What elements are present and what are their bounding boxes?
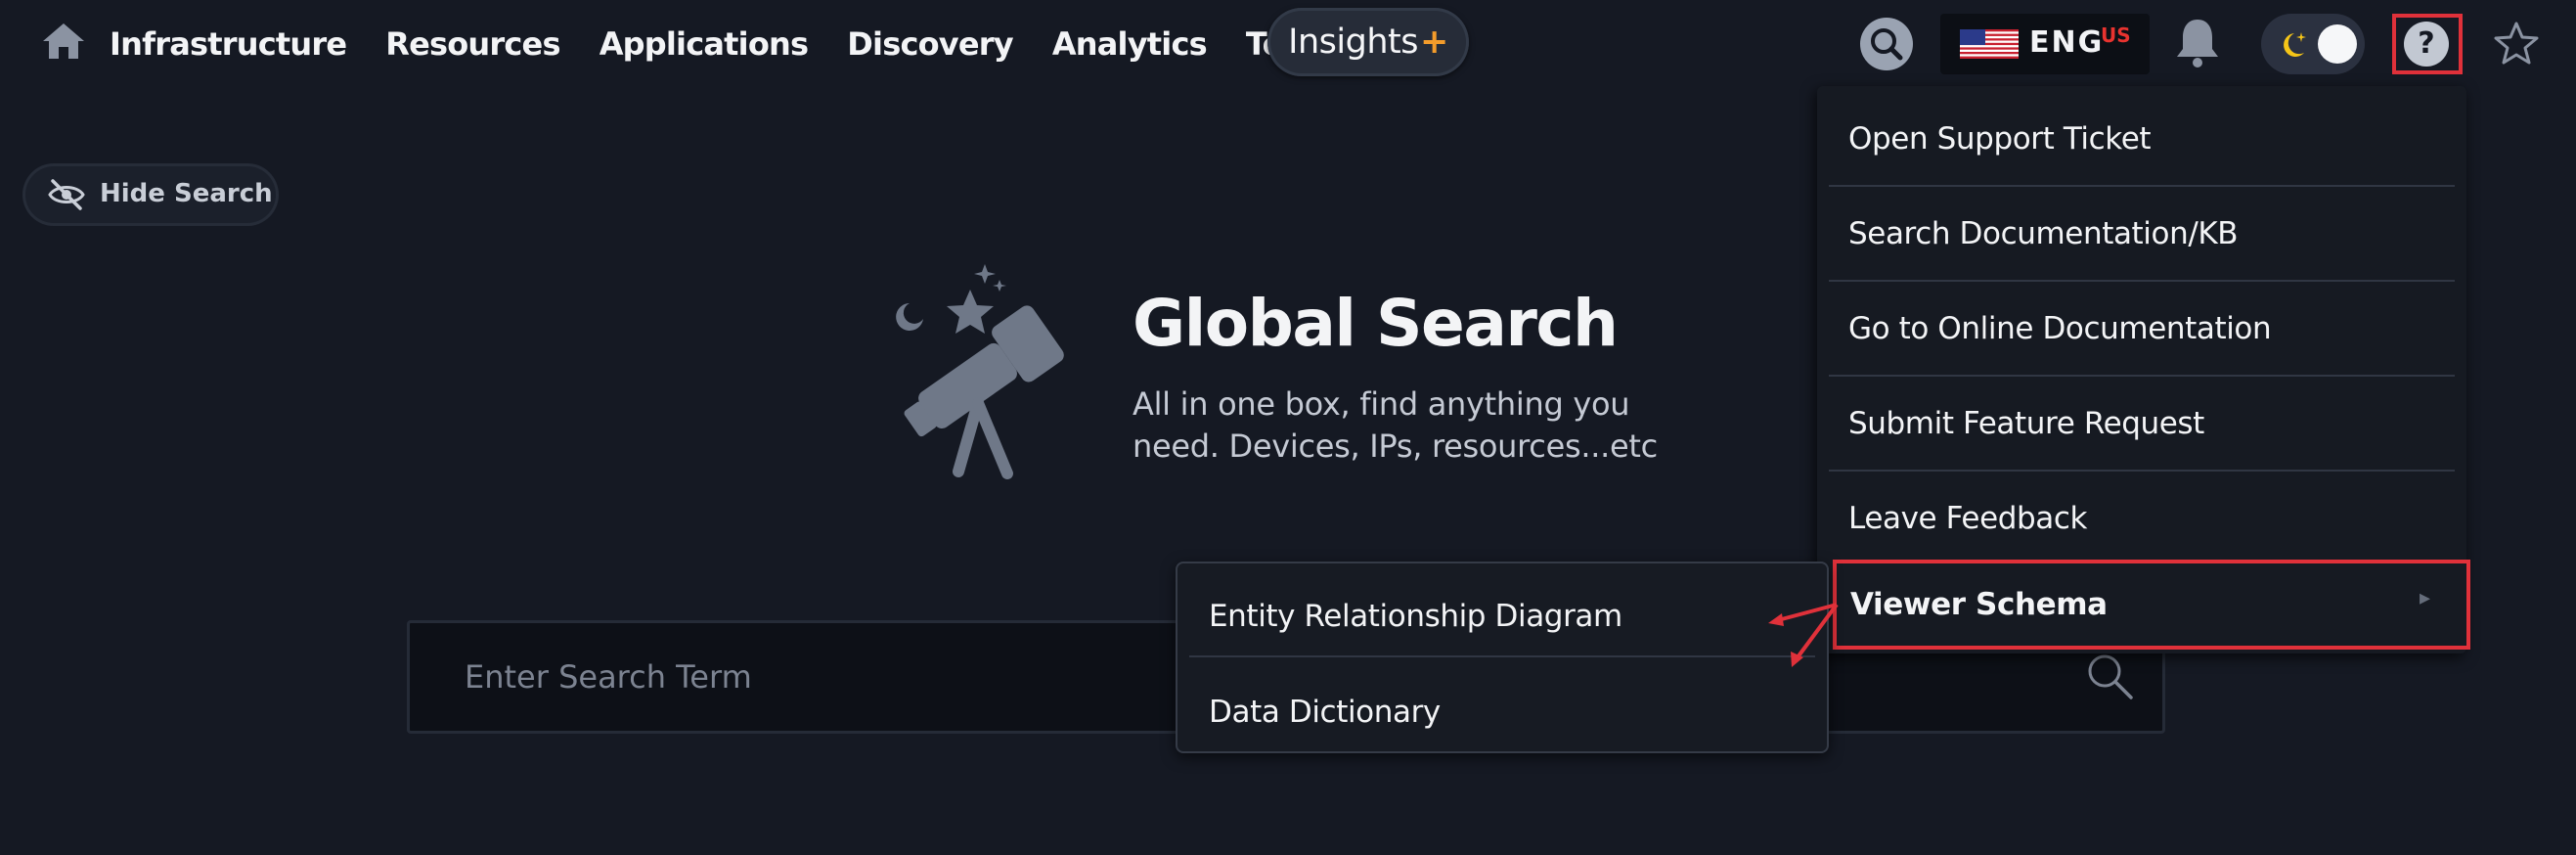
page-title: Global Search [1133, 286, 1619, 361]
page-subtitle: All in one box, find anything you need. … [1133, 385, 1658, 465]
bell-icon[interactable] [2173, 16, 2222, 70]
viewer-schema-label: Viewer Schema [1850, 587, 2108, 622]
us-flag-icon [1960, 29, 2019, 59]
menu-item-online-documentation[interactable]: Go to Online Documentation [1829, 282, 2455, 377]
top-nav: Infrastructure Resources Applications Di… [0, 0, 2576, 88]
nav-resources[interactable]: Resources [385, 25, 560, 63]
language-region: US [2101, 23, 2131, 47]
menu-item-leave-feedback[interactable]: Leave Feedback [1829, 472, 2455, 566]
menu-item-label: Go to Online Documentation [1848, 311, 2272, 346]
menu-item-feature-request[interactable]: Submit Feature Request [1829, 377, 2455, 472]
menu-item-label: Search Documentation/KB [1848, 216, 2239, 251]
nav-infrastructure[interactable]: Infrastructure [110, 25, 347, 63]
menu-item-open-support-ticket[interactable]: Open Support Ticket [1829, 92, 2455, 187]
insights-plus: + [1420, 22, 1448, 62]
menu-item-label: Leave Feedback [1848, 501, 2088, 536]
nav-discovery[interactable]: Discovery [847, 25, 1013, 63]
menu-item-search-documentation[interactable]: Search Documentation/KB [1829, 187, 2455, 282]
hide-search-button[interactable]: Hide Search [25, 166, 276, 223]
submenu-item-data-dictionary[interactable]: Data Dictionary [1189, 659, 1815, 753]
toggle-knob [2318, 24, 2357, 64]
menu-item-viewer-schema[interactable]: Viewer Schema ▸ [1833, 560, 2470, 650]
nav-analytics[interactable]: Analytics [1052, 25, 1208, 63]
search-icon [1871, 28, 1903, 61]
viewer-schema-submenu: Entity Relationship Diagram Data Diction… [1176, 562, 1829, 753]
chevron-right-icon: ▸ [2420, 585, 2431, 609]
insights-label: Insights [1288, 22, 1418, 62]
telescope-icon [896, 264, 1064, 479]
language-selector[interactable]: ENG US [1940, 14, 2150, 74]
submenu-item-entity-relationship-diagram[interactable]: Entity Relationship Diagram [1189, 563, 1815, 657]
theme-toggle[interactable] [2261, 14, 2365, 74]
submenu-item-label: Data Dictionary [1209, 695, 1441, 730]
home-icon[interactable] [41, 22, 86, 61]
moon-icon [2284, 32, 2306, 57]
help-icon[interactable]: ? [2404, 22, 2449, 67]
main-nav-links: Infrastructure Resources Applications Di… [110, 0, 1370, 88]
search-submit-icon[interactable] [2084, 651, 2135, 701]
language-code: ENG [2029, 25, 2105, 60]
hide-search-label: Hide Search [100, 179, 273, 208]
insights-button[interactable]: Insights + [1267, 8, 1469, 76]
menu-item-label: Open Support Ticket [1848, 121, 2152, 157]
eye-off-icon [48, 179, 85, 210]
star-icon[interactable] [2492, 20, 2541, 68]
global-search-button[interactable] [1860, 18, 1913, 70]
submenu-item-label: Entity Relationship Diagram [1209, 599, 1622, 634]
menu-item-label: Submit Feature Request [1848, 406, 2204, 441]
nav-applications[interactable]: Applications [600, 25, 809, 63]
